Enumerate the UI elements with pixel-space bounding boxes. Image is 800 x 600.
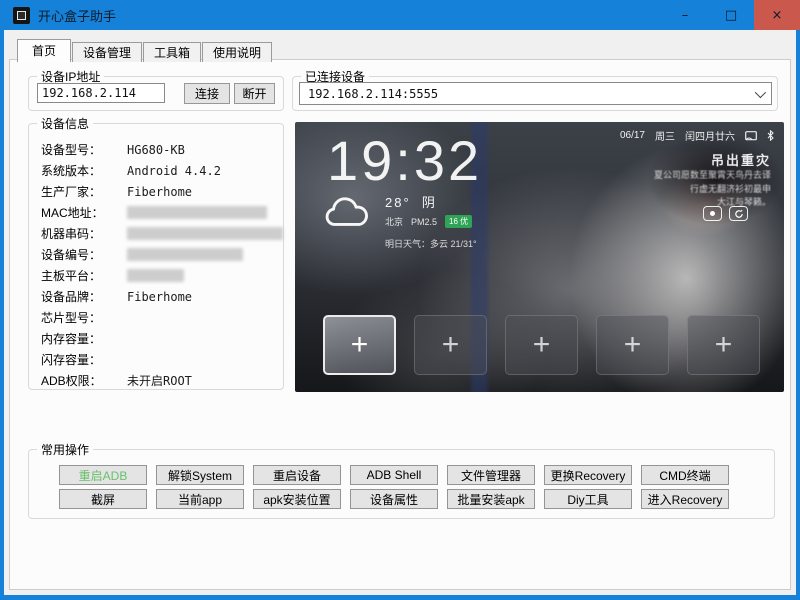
tab-strip: 首页 设备管理 工具箱 使用说明 [17,39,273,62]
tab-home[interactable]: 首页 [17,39,71,62]
disconnect-button[interactable]: 断开 [234,83,275,104]
add-app-tile[interactable]: + [323,315,396,375]
add-app-tile[interactable]: + [414,315,487,375]
chevron-down-icon [755,86,766,97]
redacted-value [127,269,184,282]
unlock-system-button[interactable]: 解锁System [156,465,244,485]
redacted-value [127,248,243,261]
weather-block: 28° 阴 北京 PM2.5 16 优 明日天气：多云 21/31° [385,192,477,250]
restart-adb-button[interactable]: 重启ADB [59,465,147,485]
reboot-device-button[interactable]: 重启设备 [253,465,341,485]
info-row-device-number: 设备编号： [41,244,283,265]
connected-device-value: 192.168.2.114:5555 [308,87,438,101]
launcher-tiles-row: + + + + + [323,315,760,375]
file-manager-button[interactable]: 文件管理器 [447,465,535,485]
connected-device-dropdown[interactable]: 192.168.2.114:5555 [299,82,772,105]
add-app-tile[interactable]: + [687,315,760,375]
common-actions-title: 常用操作 [37,441,93,458]
diy-tools-button[interactable]: Diy工具 [544,489,632,509]
cmd-terminal-button[interactable]: CMD终端 [641,465,729,485]
tab-instructions[interactable]: 使用说明 [202,42,272,62]
info-row-flash: 闪存容量： [41,349,283,370]
refresh-icon[interactable] [729,206,748,221]
add-app-tile[interactable]: + [596,315,669,375]
weather-pm-label: PM2.5 [411,217,437,227]
preview-weekday: 周三 [655,128,675,143]
common-actions-groupbox: 常用操作 重启ADB 解锁System 重启设备 ADB Shell 文件管理器… [28,449,775,519]
bluetooth-icon [767,130,774,141]
enter-recovery-button[interactable]: 进入Recovery [641,489,729,509]
replace-recovery-button[interactable]: 更换Recovery [544,465,632,485]
poem-widget: 吊出重灾 夏公司愿数至聚霄天鸟丹去译 行虚无翻济衫初最申 大江与琴籁。 [654,150,771,210]
preview-date: 06/17 [620,130,645,141]
apk-install-location-button[interactable]: apk安装位置 [253,489,341,509]
adb-shell-button[interactable]: ADB Shell [350,465,438,485]
redacted-value [127,227,283,240]
batch-install-apk-button[interactable]: 批量安装apk [447,489,535,509]
weather-condition: 阴 [422,195,437,210]
poem-line: 行虚无翻济衫初最申 [654,183,771,197]
redacted-value [127,206,267,219]
device-properties-button[interactable]: 设备属性 [350,489,438,509]
window-title: 开心盒子助手 [38,6,116,25]
maximize-button[interactable]: □ [708,0,754,30]
weather-tomorrow: 明日天气：多云 21/31° [385,237,477,250]
preview-clock: 19:32 [327,130,482,192]
ip-address-input[interactable] [37,83,165,103]
info-row-model: 设备型号：HG680-KB [41,139,283,160]
connect-button[interactable]: 连接 [184,83,230,104]
title-bar: 开心盒子助手 – □ × [0,0,800,30]
add-app-tile[interactable]: + [505,315,578,375]
device-info-groupbox: 设备信息 设备型号：HG680-KB 系统版本：Android 4.4.2 生产… [28,123,284,390]
preview-lunar-date: 闰四月廿六 [685,128,735,143]
poem-line: 夏公司愿数至聚霄天鸟丹去译 [654,169,771,183]
device-ip-groupbox: 设备IP地址 连接 断开 [28,76,284,111]
weather-temp: 28° [385,195,411,210]
preview-mini-buttons [703,206,748,221]
close-button[interactable]: × [754,0,800,30]
info-row-brand: 设备品牌：Fiberhome [41,286,283,307]
pm-quality-badge: 16 优 [445,215,472,228]
tab-device-management[interactable]: 设备管理 [72,42,142,62]
connected-devices-groupbox: 已连接设备 192.168.2.114:5555 [292,76,778,111]
info-row-ram: 内存容量： [41,328,283,349]
info-row-platform: 主板平台： [41,265,283,286]
info-row-serial: 机器串码： [41,223,283,244]
poem-title: 吊出重灾 [654,150,771,169]
cloud-weather-icon [323,196,369,228]
weather-city: 北京 [385,215,403,228]
info-row-manufacturer: 生产厂家：Fiberhome [41,181,283,202]
info-row-adb-root: ADB权限：未开启ROOT [41,370,283,391]
record-icon[interactable] [703,206,722,221]
tab-toolbox[interactable]: 工具箱 [143,42,201,62]
minimize-button[interactable]: – [662,0,708,30]
preview-status-bar: 06/17 周三 闰四月廿六 [620,128,774,143]
cast-icon [745,131,757,141]
screenshot-button[interactable]: 截屏 [59,489,147,509]
device-info-title: 设备信息 [37,115,93,132]
device-screen-preview[interactable]: 06/17 周三 闰四月廿六 19:32 28° 阴 北京 PM2.5 16 优… [295,122,784,392]
info-row-chipset: 芯片型号： [41,307,283,328]
info-row-os: 系统版本：Android 4.4.2 [41,160,283,181]
app-icon [13,7,30,24]
info-row-mac: MAC地址： [41,202,283,223]
current-app-button[interactable]: 当前app [156,489,244,509]
